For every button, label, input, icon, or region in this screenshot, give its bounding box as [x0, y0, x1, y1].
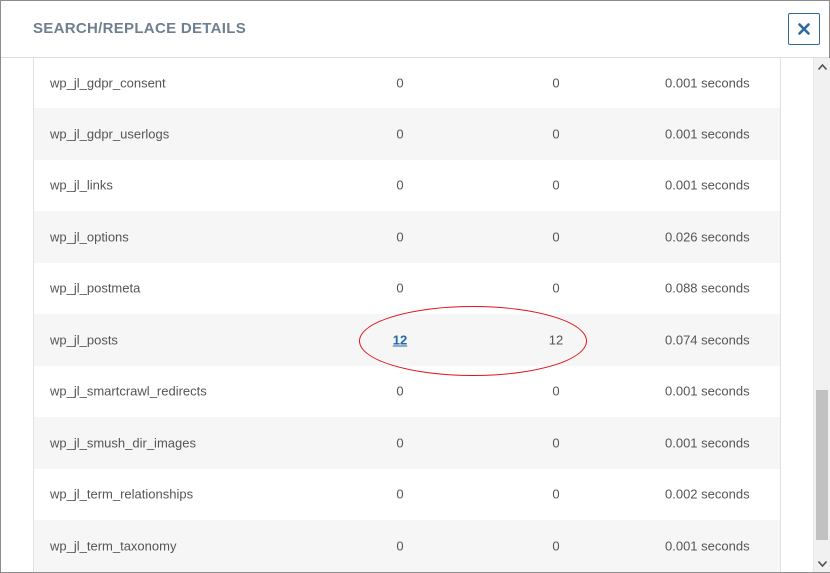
- table-name-cell: wp_jl_smartcrawl_redirects: [50, 383, 207, 399]
- changes-value: 0: [396, 383, 404, 399]
- changes-value: 0: [396, 486, 404, 502]
- table-name-cell: wp_jl_gdpr_consent: [50, 75, 166, 91]
- table-row: wp_jl_smush_dir_images 0 0 0.001 seconds: [34, 417, 780, 469]
- table-row: wp_jl_posts 12 12 0.074 seconds: [34, 314, 780, 366]
- modal-header: SEARCH/REPLACE DETAILS: [1, 1, 829, 58]
- updates-value: 0: [552, 229, 560, 245]
- modal-title: SEARCH/REPLACE DETAILS: [33, 20, 247, 37]
- changes-value: 0: [396, 538, 404, 554]
- updates-value: 0: [552, 538, 560, 554]
- scroll-up-arrow-icon[interactable]: [814, 58, 830, 75]
- changes-value: 0: [396, 75, 404, 91]
- updates-value: 0: [552, 435, 560, 451]
- time-cell: 0.001 seconds: [665, 75, 750, 91]
- search-replace-details-modal: SEARCH/REPLACE DETAILS wp_jl_gdpr_consen…: [0, 0, 830, 573]
- close-button[interactable]: [788, 13, 820, 45]
- time-cell: 0.001 seconds: [665, 435, 750, 451]
- table-row: wp_jl_postmeta 0 0 0.088 seconds: [34, 262, 780, 314]
- table-row: wp_jl_smartcrawl_redirects 0 0 0.001 second…: [34, 365, 780, 417]
- table-name-cell: wp_jl_term_relationships: [50, 486, 194, 502]
- results-table: wp_jl_gdpr_consent 0 0 0.001 seconds wp_jl_g…: [33, 58, 781, 572]
- time-cell: 0.001 seconds: [665, 383, 750, 399]
- vertical-scrollbar[interactable]: [813, 58, 830, 572]
- table-name-cell: wp_jl_term_taxonomy: [50, 538, 177, 554]
- updates-value: 12: [548, 332, 564, 348]
- changes-value: 0: [396, 280, 404, 296]
- table-name-cell: wp_jl_options: [50, 229, 129, 245]
- time-cell: 0.026 seconds: [665, 229, 750, 245]
- table-name-cell: wp_jl_posts: [50, 332, 118, 348]
- time-cell: 0.002 seconds: [665, 486, 750, 502]
- updates-value: 0: [552, 486, 560, 502]
- updates-value: 0: [552, 126, 560, 142]
- scroll-down-arrow-icon[interactable]: [814, 555, 830, 572]
- time-cell: 0.001 seconds: [665, 538, 750, 554]
- changes-link[interactable]: 12: [393, 332, 407, 347]
- updates-value: 0: [552, 383, 560, 399]
- time-cell: 0.001 seconds: [665, 177, 750, 193]
- table-row: wp_jl_links 0 0 0.001 seconds: [34, 159, 780, 211]
- table-row: wp_jl_gdpr_userlogs 0 0 0.001 seconds: [34, 108, 780, 160]
- time-cell: 0.088 seconds: [665, 280, 750, 296]
- modal-body: wp_jl_gdpr_consent 0 0 0.001 seconds wp_jl_g…: [1, 58, 813, 572]
- close-x-icon: [798, 23, 810, 35]
- table-row: wp_jl_gdpr_consent 0 0 0.001 seconds: [34, 58, 780, 108]
- time-cell: 0.001 seconds: [665, 126, 750, 142]
- changes-value: 0: [396, 126, 404, 142]
- table-name-cell: wp_jl_links: [50, 177, 113, 193]
- table-row: wp_jl_term_taxonomy 0 0 0.001 seconds: [34, 520, 780, 572]
- scroll-thumb[interactable]: [816, 390, 828, 540]
- updates-value: 0: [552, 177, 560, 193]
- changes-value: 0: [396, 177, 404, 193]
- table-row: wp_jl_term_relationships 0 0 0.002 seconds: [34, 468, 780, 520]
- table-name-cell: wp_jl_postmeta: [50, 280, 141, 296]
- changes-value: 0: [396, 435, 404, 451]
- updates-value: 0: [552, 280, 560, 296]
- updates-value: 0: [552, 75, 560, 91]
- time-cell: 0.074 seconds: [665, 332, 750, 348]
- changes-value: 0: [396, 229, 404, 245]
- table-name-cell: wp_jl_smush_dir_images: [50, 435, 196, 451]
- table-row: wp_jl_options 0 0 0.026 seconds: [34, 211, 780, 263]
- table-name-cell: wp_jl_gdpr_userlogs: [50, 126, 170, 142]
